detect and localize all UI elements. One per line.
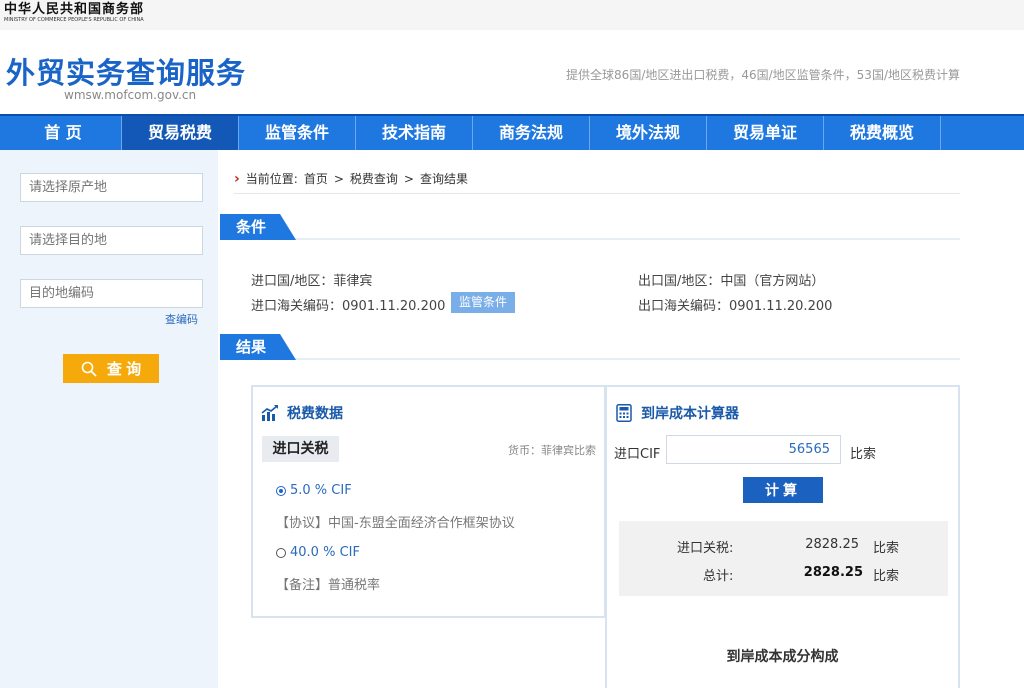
calculator-title: 到岸成本计算器 [615, 403, 739, 423]
divider [220, 358, 960, 360]
site-title[interactable]: 外贸实务查询服务 [6, 50, 246, 92]
import-country: 进口国/地区：菲律宾 [251, 274, 373, 289]
rate-option[interactable]: 40.0 % CIF [276, 545, 360, 560]
import-duty-unit: 比索 [873, 541, 900, 556]
tax-data-title-label: 税费数据 [287, 406, 343, 422]
origin-select[interactable] [20, 173, 203, 202]
total-label: 总计: [703, 569, 734, 584]
rate-note: 【备注】普通税率 [276, 578, 381, 593]
breadcrumb-home[interactable]: 首页 [304, 170, 328, 187]
supervision-button[interactable]: 监管条件 [451, 292, 515, 313]
nav-commerce-law[interactable]: 商务法规 [473, 116, 590, 150]
site-description: 提供全球86国/地区进出口税费，46国/地区监管条件，53国/地区税费计算 [566, 68, 960, 82]
destination-select[interactable] [20, 226, 203, 255]
query-button[interactable]: 查 询 [63, 354, 159, 383]
breadcrumb-sep: > [333, 171, 344, 186]
query-sidebar: 查编码 查 询 [0, 150, 218, 688]
divider [234, 193, 960, 194]
breadcrumb-current: 查询结果 [419, 172, 468, 186]
results-heading: 结果 [220, 334, 296, 360]
import-duty-value: 2828.25 [805, 537, 859, 552]
rate-option-label: 5.0 % CIF [290, 483, 352, 498]
nav-tech-guide[interactable]: 技术指南 [356, 116, 473, 150]
ministry-name-en: MINISTRY OF COMMERCE PEOPLE'S REPUBLIC O… [4, 17, 144, 23]
calculator-title-label: 到岸成本计算器 [641, 406, 739, 422]
ministry-name-cn: 中华人民共和国商务部 [4, 2, 145, 17]
tax-data-panel: 税费数据 进口关税 货币：菲律宾比索 5.0 % CIF 【协议】中国-东盟全面… [251, 385, 606, 618]
chevron-right-icon: › [234, 170, 240, 187]
total-unit: 比索 [873, 569, 900, 584]
breadcrumb-sep: > [403, 171, 414, 186]
rate-note: 【协议】中国-东盟全面经济合作框架协议 [276, 516, 515, 531]
nav-supervision[interactable]: 监管条件 [239, 116, 356, 150]
rate-option-label: 40.0 % CIF [290, 545, 360, 560]
calculator-icon [616, 404, 632, 422]
calculate-button[interactable]: 计算 [743, 477, 823, 503]
breadcrumb-tax-query[interactable]: 税费查询 [350, 170, 398, 187]
import-customs-code: 进口海关编码：0901.11.20.200 [251, 299, 446, 314]
export-customs-code: 出口海关编码：0901.11.20.200 [638, 299, 833, 314]
nav-trade-docs[interactable]: 贸易单证 [707, 116, 824, 150]
main-nav: 首 页 贸易税费 监管条件 技术指南 商务法规 境外法规 贸易单证 税费概览 [0, 114, 1024, 150]
cif-input[interactable] [666, 435, 841, 464]
cost-composition-title: 到岸成本成分构成 [726, 649, 839, 665]
nav-trade-tax[interactable]: 贸易税费 [122, 116, 239, 150]
ministry-logo[interactable]: 中华人民共和国商务部 MINISTRY OF COMMERCE PEOPLE'S… [4, 2, 144, 24]
search-icon [81, 361, 97, 377]
breadcrumb-prefix: 当前位置: [245, 172, 298, 186]
import-duty-tag: 进口关税 [262, 436, 339, 462]
nav-foreign-law[interactable]: 境外法规 [590, 116, 707, 150]
ministry-bar: 中华人民共和国商务部 MINISTRY OF COMMERCE PEOPLE'S… [0, 0, 1024, 30]
site-url: wmsw.mofcom.gov.cn [64, 88, 197, 102]
destination-code-input[interactable] [20, 279, 203, 308]
currency-label: 货币：菲律宾比索 [508, 444, 596, 457]
nav-tax-overview[interactable]: 税费概览 [824, 116, 941, 150]
landed-cost-calculator: 到岸成本计算器 进口CIF 比索 计算 进口关税: 2828.25 比索 总计:… [605, 385, 960, 688]
nav-home[interactable]: 首 页 [5, 116, 122, 150]
cif-unit: 比索 [850, 447, 877, 462]
tax-data-title: 税费数据 [261, 403, 343, 423]
rate-option[interactable]: 5.0 % CIF [276, 483, 352, 498]
query-button-label: 查 询 [106, 361, 142, 378]
trend-chart-icon [261, 405, 278, 421]
cif-label: 进口CIF [614, 447, 661, 462]
export-country[interactable]: 出口国/地区：中国（官方网站） [638, 270, 824, 289]
lookup-code-link[interactable]: 查编码 [165, 311, 198, 327]
radio-unselected-icon[interactable] [276, 547, 286, 558]
breadcrumb: › 当前位置: 首页 > 税费查询 > 查询结果 [234, 170, 468, 187]
site-header: 外贸实务查询服务 wmsw.mofcom.gov.cn 提供全球86国/地区进出… [0, 30, 1024, 114]
calculation-result: 进口关税: 2828.25 比索 总计: 2828.25 比索 [619, 521, 948, 596]
radio-selected-icon[interactable] [276, 485, 286, 496]
import-duty-label: 进口关税: [677, 541, 734, 556]
conditions-heading: 条件 [220, 214, 296, 240]
divider [220, 238, 960, 240]
total-value: 2828.25 [803, 565, 863, 580]
